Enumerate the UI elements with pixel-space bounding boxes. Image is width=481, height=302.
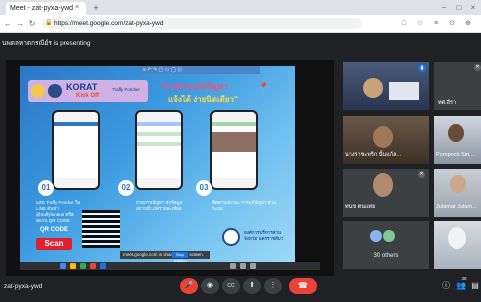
mic-off-icon: ✕	[418, 171, 425, 178]
other-avatar	[370, 230, 382, 242]
participant-name: Jutamat Jutam...	[436, 204, 477, 210]
brand-product: Traffy Fondue	[112, 87, 140, 92]
participant-name: Pornpoch Siri...	[436, 152, 474, 158]
microphone-toggle-button[interactable]: 🎤	[180, 278, 198, 294]
taskbar-icon[interactable]	[90, 263, 96, 269]
info-icon[interactable]: ⓘ	[440, 280, 452, 292]
province-logo	[31, 84, 45, 98]
participant-tile[interactable]	[343, 62, 429, 110]
taskbar-icon[interactable]	[80, 263, 86, 269]
qr-code-image	[82, 210, 120, 248]
reading-list-icon[interactable]: ≡	[430, 18, 442, 29]
back-icon[interactable]: ←	[3, 18, 13, 29]
participant-name: ทนช ตนแทย	[345, 204, 376, 210]
meeting-code[interactable]: zat-pyxa-ywd	[4, 282, 84, 292]
taskbar-icon[interactable]	[230, 263, 236, 269]
taskbar-icon[interactable]	[70, 263, 76, 269]
taskbar-icon[interactable]	[60, 263, 66, 269]
minimize-icon[interactable]: −	[437, 2, 451, 13]
people-count-badge: 38	[461, 276, 467, 281]
taskbar-icon[interactable]	[240, 263, 246, 269]
taskbar-icon[interactable]	[250, 263, 256, 269]
profile-icon[interactable]: ⊙	[446, 18, 458, 29]
hide-button[interactable]: Hide	[190, 252, 202, 258]
slide-toolbar[interactable]: ≡ ↶ ↷ ▢ ▭ ◯ ⊡	[140, 66, 260, 74]
captions-button[interactable]: CC	[222, 278, 240, 294]
org-logo	[48, 84, 62, 98]
close-window-icon[interactable]: ×	[466, 2, 480, 13]
speaking-indicator-icon: ▮	[418, 64, 426, 72]
location-pin-icon: 📍	[258, 82, 270, 92]
cast-icon[interactable]: □	[398, 18, 410, 29]
present-button[interactable]: ⬆	[243, 278, 261, 294]
participant-tile[interactable]	[434, 221, 481, 269]
participant-name: นางราชะพริก นั้นแก้ล...	[345, 152, 402, 158]
taskbar-icon[interactable]	[100, 263, 106, 269]
forward-icon[interactable]: →	[15, 18, 25, 29]
step-text-1: แสน Traffy Fondue ใน LINE ค้นหา @traffyf…	[36, 200, 81, 223]
government-text: องค์การบริหารส่วนจังหวัด นครราชสีมา	[244, 230, 284, 241]
step-text-2: ถ่ายภาพปัญหา ส่งข้อมูลสถานที่ แจ้งรายละเ…	[136, 200, 183, 211]
step-badge-1: 01	[38, 180, 54, 196]
step-badge-2: 02	[118, 180, 134, 196]
url-input[interactable]: https://meet.google.com/zat-pyxa-ywd	[42, 18, 362, 29]
chat-icon[interactable]: ▤	[469, 280, 481, 292]
participant-name: ทศ.ลีรา	[438, 100, 457, 106]
scan-label: Scan	[36, 238, 72, 250]
new-tab-button[interactable]: +	[90, 2, 102, 14]
step-text-3: ติดตามสถานะ การแก้ปัญหา ผ่านระบบ	[212, 200, 276, 211]
other-avatar	[383, 230, 395, 242]
more-options-button[interactable]: ⋮	[264, 278, 282, 294]
camera-toggle-button[interactable]: ◉	[201, 278, 219, 294]
presenting-label: นพดลหาดกรณีย์ร is presenting	[2, 40, 91, 47]
step-badge-3: 03	[196, 180, 212, 196]
phone-mockup-1	[52, 110, 100, 190]
maximize-icon[interactable]: □	[452, 2, 466, 13]
qr-code-label: QR CODE	[40, 227, 69, 233]
others-tile[interactable]	[343, 221, 429, 269]
mic-off-icon: ✕	[474, 64, 481, 71]
bookmark-star-icon[interactable]: ☆	[414, 18, 426, 29]
extensions-icon[interactable]: ⊕	[462, 18, 474, 29]
lock-icon: 🔒	[45, 20, 53, 26]
phone-mockup-2	[135, 110, 183, 190]
slide-headline-2: แจ้งได้ ง่ายนิดเดียว"	[168, 95, 238, 104]
government-seal	[222, 228, 240, 246]
others-count: 30 others	[373, 253, 399, 259]
stop-sharing-button[interactable]: Stop sharing	[172, 252, 188, 263]
tab-close-icon[interactable]: ×	[72, 2, 82, 13]
end-call-button[interactable]: ☎	[289, 278, 317, 294]
reload-icon[interactable]: ↻	[27, 18, 37, 29]
phone-mockup-3	[210, 110, 258, 190]
